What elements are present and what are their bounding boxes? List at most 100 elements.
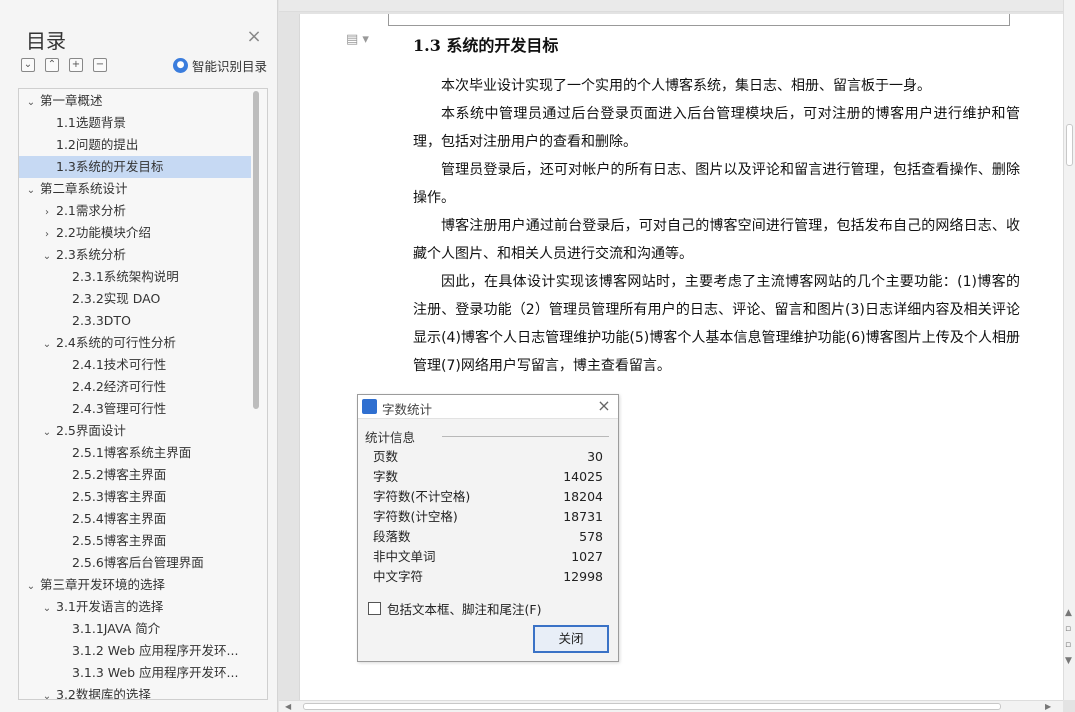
toc-toggle-icon[interactable]: ⌄ <box>25 180 37 200</box>
toc-item[interactable]: 3.1.1JAVA 简介 <box>19 618 251 640</box>
scroll-left-icon[interactable]: ◀ <box>285 701 291 712</box>
toc-toggle-icon[interactable]: ⌄ <box>41 422 53 442</box>
toc-item-label: 3.1开发语言的选择 <box>56 599 164 614</box>
dialog-titlebar[interactable]: 字数统计 × <box>358 395 618 419</box>
toc-item[interactable]: 2.3.1系统架构说明 <box>19 266 251 288</box>
toc-toggle-icon[interactable]: ⌄ <box>25 576 37 596</box>
toc-scrollbar[interactable] <box>253 91 259 409</box>
include-notes-label: 包括文本框、脚注和尾注(F) <box>387 602 542 617</box>
toc-toggle-icon[interactable]: › <box>41 224 53 244</box>
toc-item[interactable]: 2.5.2博客主界面 <box>19 464 251 486</box>
body-text: 本次毕业设计实现了一个实用的个人博客系统，集日志、相册、留言板于一身。 本系统中管… <box>413 72 1020 380</box>
vertical-scrollbar[interactable]: ▲ ▫ ▫ ▼ <box>1063 0 1075 700</box>
page-margin-marker <box>388 14 1010 26</box>
stat-row: 字符数(计空格) 18731 <box>373 507 603 527</box>
toc-item[interactable]: 1.3系统的开发目标 <box>19 156 251 178</box>
stat-value: 14025 <box>563 469 603 484</box>
toc-toggle-icon[interactable]: › <box>41 202 53 222</box>
toc-toggle-icon[interactable]: ⌄ <box>41 598 53 618</box>
smart-toc-button[interactable]: ● 智能识别目录 <box>173 56 267 75</box>
toc-item[interactable]: 2.5.3博客主界面 <box>19 486 251 508</box>
toc-item-label: 3.2数据库的选择 <box>56 687 151 700</box>
collapse-all-icon[interactable]: ⌄ <box>21 58 35 72</box>
toc-toggle-icon[interactable]: ⌄ <box>41 686 53 699</box>
dialog-close-icon[interactable]: × <box>595 397 613 415</box>
stat-value: 30 <box>587 449 603 464</box>
toc-item-label: 第二章系统设计 <box>40 181 128 196</box>
toc-item[interactable]: ⌄ 2.5界面设计 <box>19 420 251 442</box>
section-heading: 1.3 系统的开发目标 <box>413 36 559 55</box>
stat-row: 非中文单词 1027 <box>373 547 603 567</box>
toc-item[interactable]: ⌄ 3.2数据库的选择 <box>19 684 251 700</box>
stat-row: 页数 30 <box>373 447 603 467</box>
toc-item[interactable]: 1.1选题背景 <box>19 112 251 134</box>
toc-item-label: 2.5.5博客主界面 <box>72 533 167 548</box>
toc-item[interactable]: ⌄ 第二章系统设计 <box>19 178 251 200</box>
toc-toggle-icon[interactable]: ⌄ <box>41 246 53 266</box>
top-ruler-strip <box>279 0 1075 12</box>
stat-value: 578 <box>579 529 603 544</box>
prev-page-icon[interactable]: ▫ <box>1065 624 1072 634</box>
toc-toggle-icon[interactable]: ⌄ <box>25 92 37 112</box>
toc-item[interactable]: 2.5.5博客主界面 <box>19 530 251 552</box>
close-button[interactable]: 关闭 <box>533 625 609 653</box>
toc-title: 目录 <box>26 29 66 53</box>
toc-close-icon[interactable]: × <box>245 28 263 46</box>
toc-item[interactable]: 3.1.3 Web 应用程序开发环... <box>19 662 251 684</box>
toc-item-label: 2.5.1博客系统主界面 <box>72 445 192 460</box>
stat-value: 12998 <box>563 569 603 584</box>
toc-item-label: 2.3.3DTO <box>72 313 131 328</box>
vertical-scroll-thumb[interactable] <box>1066 124 1073 166</box>
toc-item-label: 第一章概述 <box>40 93 103 108</box>
paragraph: 博客注册用户通过前台登录后，可对自己的博客空间进行管理，包括发布自己的网络日志、… <box>413 218 1020 262</box>
toc-item[interactable]: 2.5.6博客后台管理界面 <box>19 552 251 574</box>
toc-item[interactable]: 2.4.3管理可行性 <box>19 398 251 420</box>
toc-item-label: 2.4.3管理可行性 <box>72 401 167 416</box>
toc-item-label: 2.2功能模块介绍 <box>56 225 151 240</box>
toc-item[interactable]: ⌄ 第三章开发环境的选择 <box>19 574 251 596</box>
toc-item[interactable]: ⌄ 第一章概述 <box>19 90 251 112</box>
toc-item-label: 1.3系统的开发目标 <box>56 159 164 174</box>
toc-item[interactable]: 2.4.2经济可行性 <box>19 376 251 398</box>
smart-toc-label: 智能识别目录 <box>192 59 268 74</box>
scroll-right-icon[interactable]: ▶ <box>1045 701 1051 712</box>
toc-item-label: 第三章开发环境的选择 <box>40 577 166 592</box>
toc-item-label: 2.5.3博客主界面 <box>72 489 167 504</box>
toc-item[interactable]: › 2.1需求分析 <box>19 200 251 222</box>
add-heading-icon[interactable]: + <box>69 58 83 72</box>
horizontal-scrollbar[interactable]: ◀ ▶ <box>279 700 1063 712</box>
stat-row: 字数 14025 <box>373 467 603 487</box>
toc-toolbar: ⌄ ⌃ + − <box>21 58 107 72</box>
paragraph: 本次毕业设计实现了一个实用的个人博客系统，集日志、相册、留言板于一身。 <box>441 78 931 94</box>
dialog-title: 字数统计 <box>382 402 433 417</box>
toc-item[interactable]: 1.2问题的提出 <box>19 134 251 156</box>
toc-item[interactable]: 2.3.3DTO <box>19 310 251 332</box>
word-count-dialog: 字数统计 × 统计信息 页数 30 字数 14025 字符数(不计空格) 18204 字符数… <box>357 394 619 662</box>
page-nav-controls: ▲ ▫ ▫ ▼ <box>1065 608 1072 666</box>
toc-item-label: 2.5.2博客主界面 <box>72 467 167 482</box>
include-notes-checkbox[interactable] <box>368 602 381 615</box>
toc-item-label: 2.3系统分析 <box>56 247 126 262</box>
paragraph-options-icon[interactable]: ▤ ▾ <box>346 32 369 47</box>
toc-item[interactable]: 3.1.2 Web 应用程序开发环... <box>19 640 251 662</box>
toc-item[interactable]: 2.5.1博客系统主界面 <box>19 442 251 464</box>
horizontal-scroll-thumb[interactable] <box>303 703 1001 710</box>
toc-item[interactable]: 2.3.2实现 DAO <box>19 288 251 310</box>
scroll-up-icon[interactable]: ▲ <box>1065 608 1072 618</box>
toc-item[interactable]: ⌄ 2.3系统分析 <box>19 244 251 266</box>
stat-label: 页数 <box>373 449 399 464</box>
section-divider <box>442 436 609 437</box>
include-notes-option[interactable]: 包括文本框、脚注和尾注(F) <box>368 599 541 618</box>
toc-item[interactable]: › 2.2功能模块介绍 <box>19 222 251 244</box>
toc-toggle-icon[interactable]: ⌄ <box>41 334 53 354</box>
toc-item[interactable]: ⌄ 2.4系统的可行性分析 <box>19 332 251 354</box>
stat-row: 字符数(不计空格) 18204 <box>373 487 603 507</box>
toc-item[interactable]: 2.5.4博客主界面 <box>19 508 251 530</box>
wps-logo-icon <box>362 399 377 414</box>
scroll-down-icon[interactable]: ▼ <box>1065 656 1072 666</box>
next-page-icon[interactable]: ▫ <box>1065 640 1072 650</box>
remove-heading-icon[interactable]: − <box>93 58 107 72</box>
expand-all-icon[interactable]: ⌃ <box>45 58 59 72</box>
toc-item[interactable]: 2.4.1技术可行性 <box>19 354 251 376</box>
toc-item[interactable]: ⌄ 3.1开发语言的选择 <box>19 596 251 618</box>
